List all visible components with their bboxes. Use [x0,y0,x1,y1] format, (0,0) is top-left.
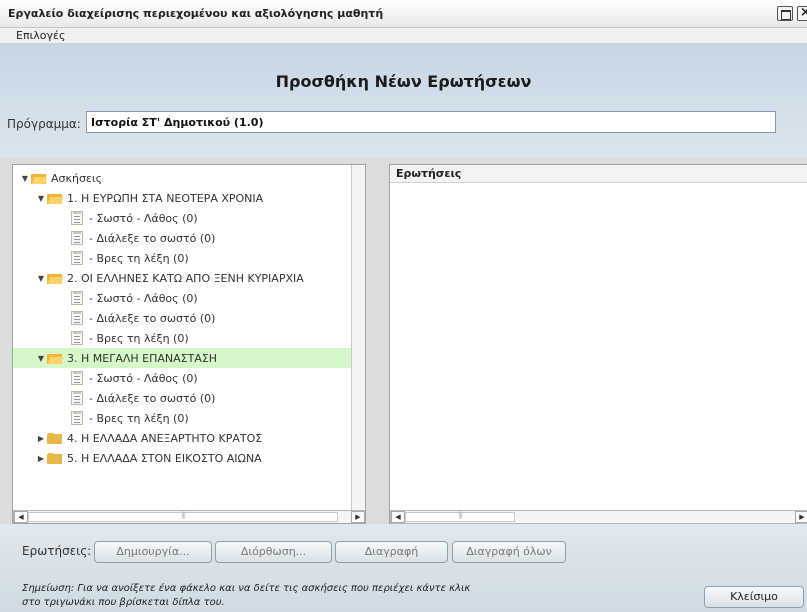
tree-item-label: 1. Η ΕΥΡΩΠΗ ΣΤΑ ΝΕΟΤΕΡΑ ΧΡΟΝΙΑ [67,191,264,205]
tree-item-label: - Σωστό - Λάθος (0) [89,211,198,225]
tree-item-label: - Βρες τη λέξη (0) [89,331,189,345]
folder-icon [47,432,63,444]
collapsed-arrow-icon[interactable]: ▶ [35,454,47,463]
tree-chapter[interactable]: ▼ 2. ΟΙ ΕΛΛΗΝΕΣ ΚΑΤΩ ΑΠΟ ΞΕΝΗ ΚΥΡΙΑΡΧΙΑ [35,268,351,288]
document-icon [71,211,83,225]
create-button[interactable]: Δημιουργία... [94,541,212,563]
tree-item-label: - Σωστό - Λάθος (0) [89,371,198,385]
tree-item-label: - Διάλεξε το σωστό (0) [89,231,216,245]
tree-item-label: 3. Η ΜΕΓΑΛΗ ΕΠΑΝΑΣΤΑΣΗ [67,351,218,365]
document-icon [71,311,83,325]
maximize-icon[interactable] [777,6,793,21]
tree-chapter[interactable]: ▶ 5. Η ΕΛΛΑΔΑ ΣΤΟΝ ΕΙΚΟΣΤΟ ΑΙΩΝΑ [35,448,351,468]
tree-vertical-scrollbar[interactable] [351,165,365,510]
expanded-arrow-icon[interactable]: ▼ [19,174,31,183]
tree-exercise[interactable]: - Βρες τη λέξη (0) [71,408,351,428]
program-field[interactable] [86,111,776,133]
questions-horizontal-scrollbar[interactable]: ◀ ▶ [390,510,807,524]
expanded-arrow-icon[interactable]: ▼ [35,194,47,203]
help-note-line-1: Σημείωση: Για να ανοίξετε ένα φάκελο και… [22,583,471,594]
menu-bar: Επιλογές [0,28,807,44]
tree-exercise[interactable]: - Σωστό - Λάθος (0) [71,368,351,388]
document-icon [71,391,83,405]
document-icon [71,251,83,265]
header-band [0,44,807,158]
open-folder-icon [31,173,47,184]
tree-root[interactable]: ▼ Ασκήσεις [19,168,351,188]
tree-item-label: - Σωστό - Λάθος (0) [89,291,198,305]
tree-exercise[interactable]: - Διάλεξε το σωστό (0) [71,388,351,408]
edit-button[interactable]: Διόρθωση... [215,541,332,563]
delete-button[interactable]: Διαγραφή [335,541,448,563]
title-bar[interactable]: Εργαλείο διαχείρισης περιεχομένου και αξ… [0,0,807,28]
page-title: Προσθήκη Νέων Ερωτήσεων [275,72,532,91]
tree-item-label: 5. Η ΕΛΛΑΔΑ ΣΤΟΝ ΕΙΚΟΣΤΟ ΑΙΩΝΑ [67,451,262,465]
tree-item-label: - Βρες τη λέξη (0) [89,251,189,265]
document-icon [71,371,83,385]
questions-toolbar-label: Ερωτήσεις: [22,544,92,558]
scroll-right-icon[interactable]: ▶ [795,511,807,523]
program-label: Πρόγραμμα: [7,117,81,131]
tree-chapter[interactable]: ▼ 1. Η ΕΥΡΩΠΗ ΣΤΑ ΝΕΟΤΕΡΑ ΧΡΟΝΙΑ [35,188,351,208]
document-icon [71,231,83,245]
window-title: Εργαλείο διαχείρισης περιεχομένου και αξ… [8,7,384,20]
tree-item-label: Ασκήσεις [51,171,103,185]
document-icon [71,331,83,345]
tree-chapter[interactable]: ▶ 4. Η ΕΛΛΑΔΑ ΑΝΕΞΑΡΤΗΤΟ ΚΡΑΤΟΣ [35,428,351,448]
delete-all-button[interactable]: Διαγραφή όλων [452,541,566,563]
document-icon [71,411,83,425]
help-note: Σημείωση: Για να ανοίξετε ένα φάκελο και… [22,582,582,610]
tree-item-label: 4. Η ΕΛΛΑΔΑ ΑΝΕΞΑΡΤΗΤΟ ΚΡΑΤΟΣ [67,431,263,445]
exercises-tree[interactable]: ▼ Ασκήσεις ▼ 1. Η ΕΥΡΩΠΗ ΣΤΑ ΝΕΟΤΕΡΑ ΧΡΟΝΙΑ… [12,164,366,524]
open-folder-icon [47,353,63,364]
tree-item-label: - Βρες τη λέξη (0) [89,411,189,425]
scroll-thumb[interactable] [28,512,338,522]
app-window: Εργαλείο διαχείρισης περιεχομένου και αξ… [0,0,807,612]
close-icon[interactable] [797,5,807,21]
expanded-arrow-icon[interactable]: ▼ [35,354,47,363]
collapsed-arrow-icon[interactable]: ▶ [35,434,47,443]
tree-item-label: - Διάλεξε το σωστό (0) [89,311,216,325]
tree-item-label: - Διάλεξε το σωστό (0) [89,391,216,405]
tree-exercise[interactable]: - Σωστό - Λάθος (0) [71,208,351,228]
open-folder-icon [47,193,63,204]
tree-exercise[interactable]: - Βρες τη λέξη (0) [71,328,351,348]
tree-exercise[interactable]: - Σωστό - Λάθος (0) [71,288,351,308]
menu-options[interactable]: Επιλογές [16,29,65,42]
scroll-left-icon[interactable]: ◀ [14,511,28,523]
scroll-left-icon[interactable]: ◀ [391,511,405,523]
questions-list[interactable]: Ερωτήσεις ◀ ▶ [389,164,807,524]
tree-chapter[interactable]: ▼ 3. Η ΜΕΓΑΛΗ ΕΠΑΝΑΣΤΑΣΗ [13,348,351,368]
help-note-line-2: στο τριγωνάκι που βρίσκεται δίπλα του. [22,597,225,608]
tree-exercise[interactable]: - Βρες τη λέξη (0) [71,248,351,268]
document-icon [71,291,83,305]
scroll-thumb[interactable] [405,512,515,522]
questions-header: Ερωτήσεις [390,165,807,183]
open-folder-icon [47,273,63,284]
tree-item-label: 2. ΟΙ ΕΛΛΗΝΕΣ ΚΑΤΩ ΑΠΟ ΞΕΝΗ ΚΥΡΙΑΡΧΙΑ [67,271,304,285]
scroll-right-icon[interactable]: ▶ [351,511,365,523]
tree-horizontal-scrollbar[interactable]: ◀ ▶ [13,510,365,523]
expanded-arrow-icon[interactable]: ▼ [35,274,47,283]
tree-exercise[interactable]: - Διάλεξε το σωστό (0) [71,228,351,248]
tree-exercise[interactable]: - Διάλεξε το σωστό (0) [71,308,351,328]
folder-icon [47,452,63,464]
close-button[interactable]: Κλείσιμο [704,586,804,608]
